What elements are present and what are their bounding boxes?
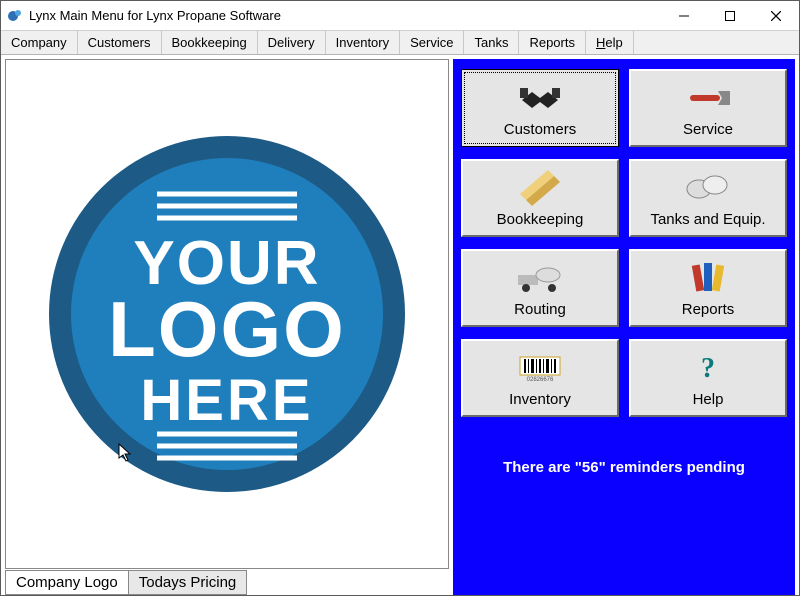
svg-text:02826676: 02826676: [527, 377, 554, 383]
routing-button[interactable]: Routing: [461, 249, 619, 327]
main-button-grid: Customers Service Bookkeeping: [461, 69, 787, 417]
menu-company[interactable]: Company: [1, 31, 78, 54]
minimize-button[interactable]: [661, 1, 707, 30]
app-window: Lynx Main Menu for Lynx Propane Software…: [0, 0, 800, 596]
inventory-button[interactable]: 02826676 Inventory: [461, 339, 619, 417]
reports-button[interactable]: Reports: [629, 249, 787, 327]
tanks-icon: [684, 169, 732, 207]
reminders-pending-text: There are "56" reminders pending: [461, 459, 787, 476]
maximize-button[interactable]: [707, 1, 753, 30]
customers-button[interactable]: Customers: [461, 69, 619, 147]
menu-service[interactable]: Service: [400, 31, 464, 54]
menu-inventory[interactable]: Inventory: [326, 31, 400, 54]
menu-bookkeeping[interactable]: Bookkeeping: [162, 31, 258, 54]
logo-text-2: LOGO: [108, 285, 346, 373]
tanks-equip-label: Tanks and Equip.: [650, 211, 765, 228]
help-label: Help: [693, 391, 724, 408]
window-title: Lynx Main Menu for Lynx Propane Software: [29, 8, 661, 23]
wrench-icon: [684, 79, 732, 117]
barcode-icon: 02826676: [516, 349, 564, 387]
logo-area: YOUR LOGO HERE: [5, 59, 449, 569]
truck-icon: [516, 259, 564, 297]
bookkeeping-label: Bookkeeping: [497, 211, 584, 228]
help-button[interactable]: ? Help: [629, 339, 787, 417]
customers-label: Customers: [504, 121, 577, 138]
content-area: YOUR LOGO HERE Company Logo Todays Prici…: [1, 55, 799, 595]
close-button[interactable]: [753, 1, 799, 30]
menubar: Company Customers Bookkeeping Delivery I…: [1, 31, 799, 55]
question-icon: ?: [684, 349, 732, 387]
menu-tanks[interactable]: Tanks: [464, 31, 519, 54]
right-pane: Customers Service Bookkeeping: [453, 59, 795, 595]
menu-customers[interactable]: Customers: [78, 31, 162, 54]
titlebar: Lynx Main Menu for Lynx Propane Software: [1, 1, 799, 31]
menu-reports[interactable]: Reports: [519, 31, 586, 54]
papers-icon: [516, 169, 564, 207]
app-icon: [7, 8, 23, 24]
tab-company-logo[interactable]: Company Logo: [5, 570, 129, 595]
tab-todays-pricing[interactable]: Todays Pricing: [128, 570, 248, 595]
service-button[interactable]: Service: [629, 69, 787, 147]
left-pane: YOUR LOGO HERE Company Logo Todays Prici…: [5, 59, 449, 595]
window-controls: [661, 1, 799, 30]
inventory-label: Inventory: [509, 391, 571, 408]
menu-delivery[interactable]: Delivery: [258, 31, 326, 54]
tanks-equip-button[interactable]: Tanks and Equip.: [629, 159, 787, 237]
cursor-icon: [118, 443, 134, 466]
handshake-icon: [516, 79, 564, 117]
svg-text:?: ?: [701, 353, 715, 383]
menu-help[interactable]: Help: [586, 31, 634, 54]
service-label: Service: [683, 121, 733, 138]
reports-label: Reports: [682, 301, 735, 318]
books-icon: [684, 259, 732, 297]
routing-label: Routing: [514, 301, 566, 318]
bookkeeping-button[interactable]: Bookkeeping: [461, 159, 619, 237]
logo-text-3: HERE: [140, 368, 313, 433]
left-tabs: Company Logo Todays Pricing: [5, 569, 449, 595]
company-logo-placeholder: YOUR LOGO HERE: [37, 124, 417, 504]
